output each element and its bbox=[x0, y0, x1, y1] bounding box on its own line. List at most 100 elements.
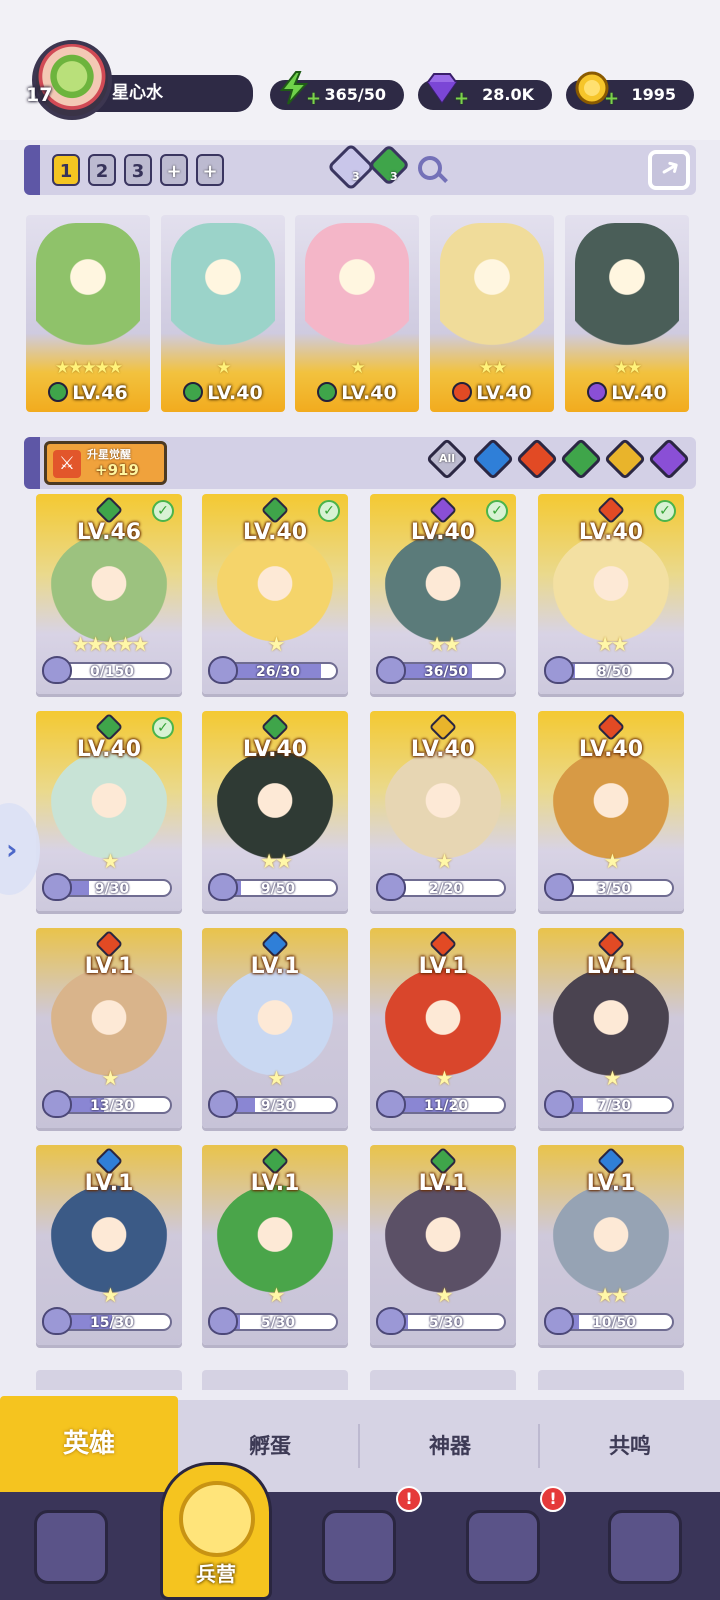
hero-portrait bbox=[552, 751, 670, 861]
hero-card[interactable]: LV.1 ★ 5/30 bbox=[370, 1145, 516, 1345]
hero-card[interactable]: LV.1 ★ 9/30 bbox=[202, 928, 348, 1128]
hero-card[interactable]: LV.40 ★ 3/50 bbox=[538, 711, 684, 911]
gem-plus-icon[interactable]: + bbox=[454, 90, 469, 108]
hero-level: LV.40 bbox=[565, 382, 689, 404]
hero-level: LV.1 bbox=[250, 1171, 300, 1196]
hero-level: LV.46 bbox=[76, 520, 142, 545]
hero-card[interactable]: ✓ LV.40 ★ 9/30 bbox=[36, 711, 182, 911]
hero-card[interactable]: LV.1 ★ 11/20 bbox=[370, 928, 516, 1128]
player-name[interactable]: 星心水 bbox=[90, 75, 253, 112]
hero-card[interactable]: LV.1 ★ 7/30 bbox=[538, 928, 684, 1128]
hero-card[interactable]: ✓ LV.40 ★★ 36/50 bbox=[370, 494, 516, 694]
hero-level: LV.40 bbox=[430, 382, 554, 404]
team-tab-3[interactable]: 3 bbox=[124, 154, 152, 186]
hero-stars: ★★ bbox=[428, 632, 461, 656]
hero-card[interactable]: ✓ LV.40 ★★ 8/50 bbox=[538, 494, 684, 694]
player-level: 17 bbox=[26, 84, 53, 106]
team-tab-1[interactable]: 1 bbox=[52, 154, 80, 186]
hero-stars: ★★ bbox=[613, 358, 642, 378]
hero-portrait bbox=[216, 1185, 334, 1295]
hero-stars: ★ bbox=[603, 1066, 622, 1090]
hero-card[interactable]: LV.40 ★★ 9/50 bbox=[202, 711, 348, 911]
barracks-icon bbox=[179, 1481, 255, 1557]
nav-barracks[interactable]: 兵营 bbox=[160, 1462, 272, 1600]
shard-icon bbox=[376, 1307, 406, 1335]
shard-icon bbox=[208, 1307, 238, 1335]
energy-plus-icon[interactable]: + bbox=[306, 90, 321, 108]
hero-portrait bbox=[384, 968, 502, 1078]
hero-stars: ★ bbox=[101, 1066, 120, 1090]
element-icon bbox=[183, 382, 204, 402]
filter-all-label: All bbox=[438, 452, 456, 465]
star-awaken-button[interactable]: ⚔ 升星觉醒 +919 bbox=[44, 441, 167, 485]
team-hero-card[interactable]: ★★★★★ LV.46 bbox=[26, 215, 150, 412]
team-hero-card[interactable]: ★★ LV.40 bbox=[565, 215, 689, 412]
check-icon: ✓ bbox=[654, 500, 676, 522]
tab-resonance[interactable]: 共鸣 bbox=[540, 1420, 720, 1472]
element-icon bbox=[587, 382, 608, 402]
mushroom-icon[interactable] bbox=[608, 1510, 682, 1584]
hero-level: LV.40 bbox=[242, 737, 308, 762]
team-hero-card[interactable]: ★ LV.40 bbox=[161, 215, 285, 412]
hero-level: LV.1 bbox=[84, 954, 134, 979]
hero-portrait bbox=[384, 751, 502, 861]
cards-icon[interactable] bbox=[34, 1510, 108, 1584]
hero-card[interactable]: LV.1 ★ 13/30 bbox=[36, 928, 182, 1128]
hero-stars: ★ bbox=[435, 849, 454, 873]
hero-portrait bbox=[552, 968, 670, 1078]
hero-portrait bbox=[36, 223, 140, 358]
tab-heroes[interactable]: 英雄 bbox=[0, 1396, 178, 1492]
hero-level: LV.40 bbox=[76, 737, 142, 762]
hero-stars: ★ bbox=[435, 1066, 454, 1090]
tab-artifacts[interactable]: 神器 bbox=[360, 1420, 540, 1472]
hero-level: LV.1 bbox=[84, 1171, 134, 1196]
hero-portrait bbox=[305, 223, 409, 358]
team-hero-card[interactable]: ★★ LV.40 bbox=[430, 215, 554, 412]
shard-icon bbox=[42, 1090, 72, 1118]
team-tab-add-1[interactable]: + bbox=[160, 154, 188, 186]
hero-card[interactable]: LV.1 ★ 15/30 bbox=[36, 1145, 182, 1345]
hero-card-partial bbox=[370, 1370, 516, 1390]
shard-icon bbox=[376, 656, 406, 684]
shard-icon bbox=[42, 656, 72, 684]
team-tab-add-2[interactable]: + bbox=[196, 154, 224, 186]
hero-portrait bbox=[50, 534, 168, 644]
map-book-icon[interactable] bbox=[322, 1510, 396, 1584]
team-tab-2[interactable]: 2 bbox=[88, 154, 116, 186]
coin-plus-icon[interactable]: + bbox=[604, 90, 619, 108]
hero-portrait bbox=[216, 534, 334, 644]
hero-stars: ★ bbox=[101, 1283, 120, 1307]
hero-stars: ★ bbox=[603, 849, 622, 873]
notification-badge: ! bbox=[396, 1486, 422, 1512]
hero-card[interactable]: ✓ LV.40 ★ 26/30 bbox=[202, 494, 348, 694]
hero-level: LV.40 bbox=[578, 737, 644, 762]
shard-icon bbox=[208, 656, 238, 684]
hero-card-partial bbox=[36, 1370, 182, 1390]
hero-stars: ★ bbox=[267, 1066, 286, 1090]
share-icon[interactable] bbox=[648, 150, 690, 190]
hero-stars: ★★ bbox=[260, 849, 293, 873]
hero-portrait bbox=[50, 751, 168, 861]
hero-stars: ★ bbox=[267, 632, 286, 656]
hero-level: LV.1 bbox=[418, 954, 468, 979]
team-hero-card[interactable]: ★ LV.40 bbox=[295, 215, 419, 412]
player-avatar[interactable] bbox=[32, 40, 112, 120]
side-expand-button[interactable]: › bbox=[0, 803, 40, 895]
hero-level: LV.1 bbox=[418, 1171, 468, 1196]
hero-card[interactable]: LV.1 ★ 5/30 bbox=[202, 1145, 348, 1345]
search-icon[interactable] bbox=[418, 156, 442, 180]
temple-icon[interactable] bbox=[466, 1510, 540, 1584]
awaken-label: 升星觉醒 bbox=[87, 448, 131, 461]
hero-card[interactable]: ✓ LV.46 ★★★★★ 0/150 bbox=[36, 494, 182, 694]
hero-stars: ★★ bbox=[596, 1283, 629, 1307]
hero-card[interactable]: LV.1 ★★ 10/50 bbox=[538, 1145, 684, 1345]
hero-portrait bbox=[552, 1185, 670, 1295]
hero-stars: ★★★★★ bbox=[54, 358, 123, 378]
shard-icon bbox=[376, 1090, 406, 1118]
hero-stars: ★★ bbox=[596, 632, 629, 656]
shard-icon bbox=[42, 1307, 72, 1335]
hero-stars: ★ bbox=[216, 358, 231, 378]
hero-portrait bbox=[575, 223, 679, 358]
check-icon: ✓ bbox=[318, 500, 340, 522]
hero-card[interactable]: LV.40 ★ 2/20 bbox=[370, 711, 516, 911]
